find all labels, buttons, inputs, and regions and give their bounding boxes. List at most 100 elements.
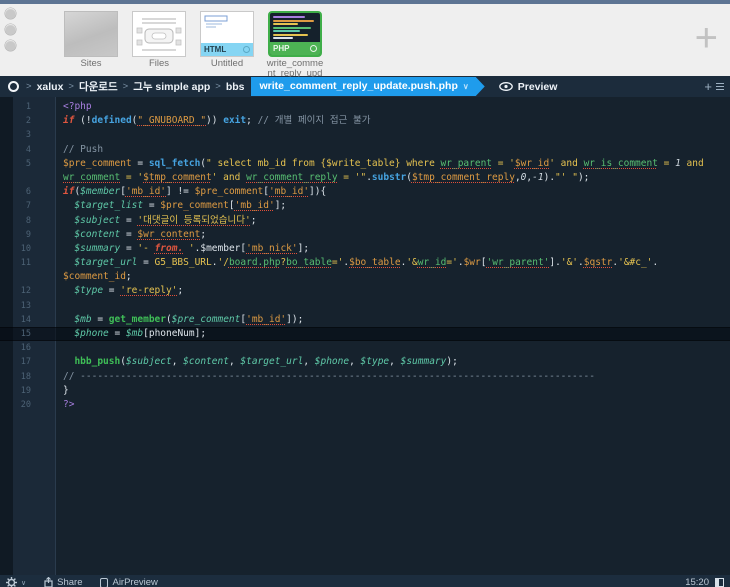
php-badge: PHP <box>270 42 320 55</box>
code-line[interactable]: 11 $target_url = G5_BBS_URL.'/board.php?… <box>0 256 730 270</box>
untitled-thumbnail-image[interactable]: HTML <box>200 11 254 57</box>
line-number: 16 <box>0 341 56 355</box>
code-line[interactable]: 19} <box>0 384 730 398</box>
thumbnail-label: Sites <box>80 59 101 69</box>
active-file-tab[interactable]: write_comment_reply_update.push.php ∨ <box>251 77 485 96</box>
film-strip-icon <box>136 16 182 56</box>
badge-label: PHP <box>273 44 289 53</box>
sites-thumbnail-image[interactable] <box>64 11 118 57</box>
status-bar: ∨ Share AirPreview 15:20 <box>0 575 730 587</box>
line-number: 20 <box>0 398 56 412</box>
code-line[interactable]: 18// -----------------------------------… <box>0 370 730 384</box>
code-line[interactable]: 9 $content = $wr_content; <box>0 228 730 242</box>
airpreview-button[interactable]: AirPreview <box>100 577 157 587</box>
line-number <box>0 171 56 185</box>
line-number: 17 <box>0 355 56 369</box>
line-number: 5 <box>0 157 56 171</box>
line-number: 6 <box>0 185 56 199</box>
php-thumbnail-image-selected[interactable]: PHP <box>268 11 322 57</box>
code-line[interactable]: 3 <box>0 128 730 142</box>
code-line[interactable]: 5$pre_comment = sql_fetch(" select mb_id… <box>0 157 730 171</box>
line-number: 13 <box>0 299 56 313</box>
breadcrumb-item-gnu-simple-app[interactable]: 그누 simple app <box>133 79 210 94</box>
line-number: 19 <box>0 384 56 398</box>
files-thumbnail-image[interactable] <box>132 11 186 57</box>
share-icon <box>44 577 53 587</box>
code-line[interactable]: $comment_id; <box>0 270 730 284</box>
line-number: 12 <box>0 284 56 298</box>
badge-status-icon <box>310 45 317 52</box>
line-number: 3 <box>0 128 56 142</box>
preview-toggle[interactable]: Preview <box>499 81 558 93</box>
thumbnail-label: Files <box>149 59 169 69</box>
code-line[interactable]: wr_comment = '$tmp_comment' and wr_comme… <box>0 171 730 185</box>
coda-window: Sites Files <box>0 0 730 587</box>
airpreview-label: AirPreview <box>112 577 157 587</box>
html-badge: HTML <box>201 43 253 56</box>
active-file-name: write_comment_reply_update.push.php <box>260 80 458 92</box>
chevron-down-icon[interactable]: ∨ <box>463 82 469 91</box>
thumbnail-sites[interactable]: Sites <box>62 11 120 79</box>
sites-target-icon[interactable] <box>8 81 19 92</box>
airpreview-icon <box>100 578 108 587</box>
badge-status-icon <box>243 46 250 53</box>
badge-label: HTML <box>204 45 226 54</box>
thumbnail-bar: Sites Files <box>0 4 730 76</box>
code-editor[interactable]: 1<?php2if (!defined("_GNUBOARD_")) exit;… <box>0 97 730 575</box>
thumbnail-untitled[interactable]: HTML Untitled <box>198 11 256 79</box>
gear-icon <box>6 577 17 587</box>
line-number: 8 <box>0 214 56 228</box>
share-button[interactable]: Share <box>44 577 82 587</box>
zoom-window-icon[interactable] <box>5 40 16 51</box>
chevron-right-icon: > <box>68 81 74 92</box>
breadcrumb-item-xalux[interactable]: xalux <box>37 81 64 93</box>
code-line[interactable]: 16 <box>0 341 730 355</box>
line-number: 11 <box>0 256 56 270</box>
line-number <box>0 270 56 284</box>
chevron-right-icon: > <box>215 81 221 92</box>
console-panel-icon[interactable] <box>715 578 724 587</box>
line-number: 7 <box>0 199 56 213</box>
thumbnail-write-comment-reply-update[interactable]: PHP write_comme nt_reply_upd <box>266 11 324 79</box>
chevron-right-icon: > <box>26 81 32 92</box>
chevron-right-icon: > <box>123 81 129 92</box>
settings-menu[interactable]: ∨ <box>6 577 26 587</box>
line-number: 15 <box>0 327 56 341</box>
close-window-icon[interactable] <box>5 8 16 19</box>
breadcrumb-item-bbs[interactable]: bbs <box>226 81 245 93</box>
code-line[interactable]: 1<?php <box>0 100 730 114</box>
thumbnail-label: Untitled <box>211 59 243 69</box>
line-number: 10 <box>0 242 56 256</box>
code-line[interactable]: 12 $type = 're-reply'; <box>0 284 730 298</box>
minimize-window-icon[interactable] <box>5 24 16 35</box>
window-traffic-lights[interactable] <box>5 8 16 51</box>
breadcrumb-item-downloads[interactable]: 다운로드 <box>79 79 118 94</box>
add-tab-button[interactable]: + <box>704 82 712 92</box>
code-line[interactable]: 14 $mb = get_member($pre_comment['mb_id'… <box>0 313 730 327</box>
code-line[interactable]: 2if (!defined("_GNUBOARD_")) exit; // 개별… <box>0 114 730 128</box>
chevron-down-icon: ∨ <box>21 579 26 587</box>
code-line[interactable]: 4// Push <box>0 143 730 157</box>
thumbnail-label: write_comme nt_reply_upd <box>267 59 324 79</box>
code-line[interactable]: 10 $summary = '- from. '.$member['mb_nic… <box>0 242 730 256</box>
html-sketch-icon <box>204 15 230 31</box>
line-number: 14 <box>0 313 56 327</box>
add-document-button[interactable]: + <box>695 18 718 58</box>
code-line[interactable]: 17 hbb_push($subject, $content, $target_… <box>0 355 730 369</box>
share-label: Share <box>57 577 82 587</box>
tab-list-icon[interactable] <box>716 83 724 90</box>
eye-icon <box>499 82 513 91</box>
code-line[interactable]: 20?> <box>0 398 730 412</box>
code-line[interactable]: 8 $subject = '대댓글이 등록되었습니다'; <box>0 214 730 228</box>
code-line[interactable]: 6if($member['mb_id'] != $pre_comment['mb… <box>0 185 730 199</box>
line-number: 2 <box>0 114 56 128</box>
line-number: 1 <box>0 100 56 114</box>
line-number: 4 <box>0 143 56 157</box>
code-line[interactable]: 7 $target_list = $pre_comment['mb_id']; <box>0 199 730 213</box>
code-lines[interactable]: 1<?php2if (!defined("_GNUBOARD_")) exit;… <box>0 97 730 412</box>
thumbnail-files[interactable]: Files <box>130 11 188 79</box>
path-bar: > xalux > 다운로드 > 그누 simple app > bbs wri… <box>0 76 730 97</box>
mini-code-preview <box>270 13 320 39</box>
code-line[interactable]: 15 $phone = $mb[phoneNum]; <box>0 327 730 341</box>
code-line[interactable]: 13 <box>0 299 730 313</box>
